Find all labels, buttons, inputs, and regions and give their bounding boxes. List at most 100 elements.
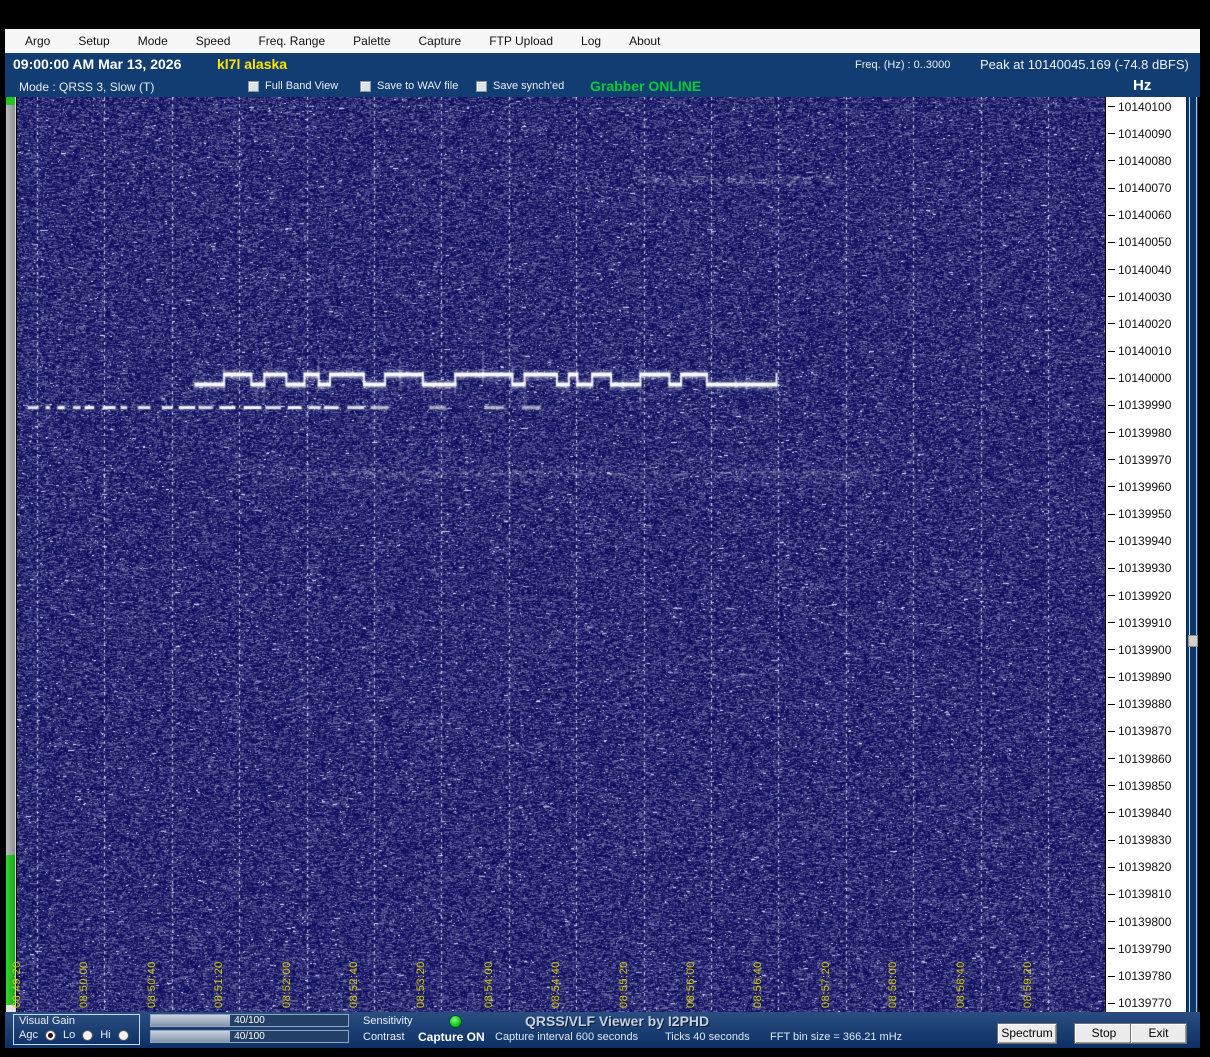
spectrum-button[interactable]: Spectrum	[997, 1023, 1057, 1044]
control-bar: Visual Gain Agc Lo Hi 40/100 Sensitivity 40/…	[5, 1012, 1200, 1048]
freq-tick-label: 10140100	[1118, 99, 1172, 114]
progress-gray-segment	[6, 105, 15, 855]
menu-item-ftp-upload[interactable]: FTP Upload	[475, 34, 567, 48]
ticks-label: Ticks 40 seconds	[665, 1031, 750, 1043]
argo-app-window: Argo Setup Mode Speed Freq. Range Palette Capt…	[0, 0, 1210, 1057]
freq-axis-row: 10140070	[1108, 181, 1186, 195]
callsign-label: kl7l alaska	[217, 56, 288, 72]
scrollbar-handle[interactable]	[1188, 635, 1198, 647]
menu-item-about[interactable]: About	[615, 34, 674, 48]
radio-hi[interactable]	[117, 1029, 129, 1041]
menu-item-capture[interactable]: Capture	[405, 34, 476, 48]
frequency-scrollbar[interactable]	[1186, 97, 1198, 1012]
freq-axis-row: 10139970	[1108, 452, 1186, 467]
freq-axis-row: 10139890	[1108, 670, 1186, 684]
peak-readout: Peak at 10140045.169 (-74.8 dBFS)	[980, 57, 1189, 72]
freq-tick-label: 10139970	[1118, 452, 1172, 467]
capture-interval-label: Capture interval 600 seconds	[495, 1031, 639, 1043]
freq-axis-row: 10140100	[1108, 99, 1186, 114]
menu-item-setup[interactable]: Setup	[64, 34, 123, 48]
freq-axis-row: 10139800	[1108, 915, 1186, 929]
checkbox-box[interactable]	[360, 80, 371, 92]
freq-tick-mark	[1108, 866, 1115, 868]
freq-tick-mark	[1108, 567, 1115, 569]
freq-axis-row: 10140080	[1108, 153, 1186, 168]
freq-tick-label: 10140060	[1118, 208, 1172, 223]
freq-tick-label: 10140030	[1118, 289, 1172, 304]
freq-axis-row: 10139820	[1108, 860, 1186, 875]
radio-label-hi: Hi	[100, 1029, 111, 1041]
freq-tick-label: 10139790	[1118, 941, 1172, 956]
freq-tick-label: 10139880	[1118, 697, 1172, 712]
freq-axis-row: 10139880	[1108, 697, 1186, 712]
freq-tick-label: 10139990	[1118, 398, 1172, 413]
radio-agc[interactable]	[44, 1029, 56, 1041]
freq-axis-row: 10139830	[1108, 833, 1186, 848]
freq-tick-mark	[1108, 350, 1115, 352]
time-tick-label: 08:54:00	[482, 961, 495, 1008]
radio-lo[interactable]	[82, 1029, 94, 1041]
freq-tick-mark	[1108, 214, 1115, 216]
freq-tick-mark	[1108, 948, 1115, 950]
menu-item-log[interactable]: Log	[567, 34, 615, 48]
spectrogram-canvas[interactable]	[17, 97, 1105, 1012]
slider-sensitivity[interactable]: 40/100	[150, 1014, 349, 1027]
buffer-progress-strip	[5, 97, 16, 1012]
menu-item-freq-range[interactable]: Freq. Range	[244, 34, 339, 48]
menu-item-argo[interactable]: Argo	[11, 34, 64, 48]
freq-tick-mark	[1108, 893, 1115, 895]
freq-axis-row: 10140040	[1108, 262, 1186, 277]
capture-state-label: Capture ON	[418, 1030, 485, 1044]
time-tick-label: 08:50:00	[78, 961, 91, 1008]
time-tick-label: 08:54:40	[550, 961, 563, 1008]
freq-tick-label: 10140010	[1118, 344, 1172, 359]
stop-button[interactable]: Stop	[1074, 1023, 1134, 1044]
freq-tick-label: 10139820	[1118, 860, 1172, 875]
checkbox-box[interactable]	[476, 80, 487, 92]
freq-tick-mark	[1108, 758, 1115, 760]
freq-tick-mark	[1108, 160, 1115, 162]
freq-axis-row: 10139960	[1108, 479, 1186, 494]
clock-date: 09:00:00 AM Mar 13, 2026	[13, 56, 182, 72]
checkbox-label: Full Band View	[265, 80, 339, 92]
freq-axis-row: 10139780	[1108, 969, 1186, 983]
freq-range-readout: Freq. (Hz) : 0..3000	[855, 59, 951, 71]
time-tick-label: 08:59:20	[1022, 961, 1034, 1008]
menu-item-palette[interactable]: Palette	[339, 34, 404, 48]
freq-tick-mark	[1108, 241, 1115, 243]
time-tick-label: 08:58:00	[887, 961, 900, 1008]
freq-tick-mark	[1108, 106, 1115, 107]
freq-tick-mark	[1108, 595, 1115, 597]
freq-axis-row: 10140030	[1108, 289, 1186, 304]
menu-item-mode[interactable]: Mode	[124, 34, 182, 48]
freq-axis-row: 10140090	[1108, 127, 1186, 141]
exit-button[interactable]: Exit	[1130, 1023, 1187, 1044]
grabber-status: Grabber ONLINE	[590, 78, 702, 94]
freq-axis-row: 10139860	[1108, 752, 1186, 766]
freq-tick-mark	[1108, 187, 1115, 189]
checkbox-box[interactable]	[248, 80, 259, 92]
freq-tick-label: 10139830	[1118, 833, 1172, 848]
freq-tick-label: 10139930	[1118, 561, 1172, 576]
frequency-axis: 10140100 10140090 10140080 10140070 10140060…	[1106, 97, 1186, 1012]
time-tick-label: 08:50:40	[145, 961, 158, 1008]
freq-tick-label: 10140080	[1118, 153, 1172, 168]
capture-led-icon	[449, 1015, 462, 1028]
freq-tick-label: 10140040	[1118, 262, 1172, 277]
visual-gain-title: Visual Gain	[19, 1015, 76, 1027]
status-bar: 09:00:00 AM Mar 13, 2026 kl7l alaska Fre…	[5, 53, 1200, 77]
slider-contrast[interactable]: 40/100	[150, 1030, 349, 1043]
freq-tick-mark	[1108, 839, 1115, 841]
freq-tick-mark	[1108, 812, 1115, 814]
freq-axis-row: 10140060	[1108, 208, 1186, 223]
freq-tick-mark	[1108, 323, 1115, 325]
menu-item-speed[interactable]: Speed	[182, 34, 245, 48]
time-tick-label: 08:56:40	[752, 961, 765, 1008]
mode-readout: Mode : QRSS 3, Slow (T)	[19, 80, 155, 94]
scrollbar-track-line	[1189, 97, 1190, 1012]
checkbox-save-synch-ed[interactable]: Save synch'ed	[476, 80, 564, 92]
checkbox-save-to-wav-file[interactable]: Save to WAV file	[360, 80, 458, 92]
freq-tick-label: 10139960	[1118, 479, 1172, 494]
freq-tick-mark	[1108, 540, 1115, 542]
checkbox-full-band-view[interactable]: Full Band View	[248, 80, 338, 92]
